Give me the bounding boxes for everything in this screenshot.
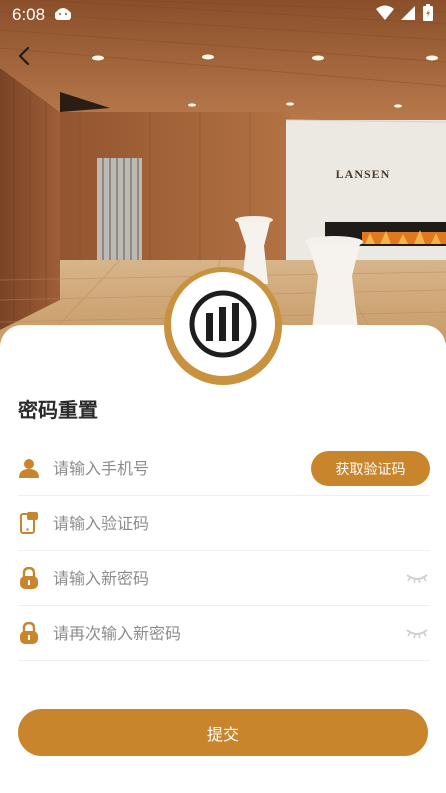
wifi-icon xyxy=(376,5,394,25)
lock-icon xyxy=(18,567,40,589)
confirm-password-visibility-toggle[interactable] xyxy=(404,623,430,643)
eye-closed-icon xyxy=(406,629,428,639)
page-title: 密码重置 xyxy=(18,398,98,422)
phone-row: 获取验证码 xyxy=(18,441,430,496)
back-button[interactable] xyxy=(10,42,38,70)
eye-closed-icon xyxy=(406,574,428,584)
status-bar: 6:08 xyxy=(0,0,446,30)
brand-logo xyxy=(171,272,275,376)
user-icon xyxy=(18,457,40,479)
confirm-password-input[interactable] xyxy=(53,618,404,648)
lock-icon xyxy=(18,622,40,644)
status-time: 6:08 xyxy=(12,5,46,24)
android-notification-icon xyxy=(53,5,73,25)
battery-icon xyxy=(422,4,434,26)
new-password-row xyxy=(18,551,430,606)
phone-message-icon xyxy=(18,512,40,534)
code-row xyxy=(18,496,430,551)
password-visibility-toggle[interactable] xyxy=(404,568,430,588)
status-right xyxy=(376,4,434,26)
submit-button[interactable]: 提交 xyxy=(18,709,428,756)
cellular-signal-icon xyxy=(400,5,416,25)
get-code-button[interactable]: 获取验证码 xyxy=(311,451,430,486)
code-input[interactable] xyxy=(53,508,430,538)
status-left: 6:08 xyxy=(12,5,73,25)
brand-logo-icon xyxy=(189,290,257,358)
chevron-left-icon xyxy=(18,46,30,66)
brand-sign-text: LANSEN xyxy=(336,167,391,181)
new-password-input[interactable] xyxy=(53,563,404,593)
confirm-password-row xyxy=(18,606,430,661)
